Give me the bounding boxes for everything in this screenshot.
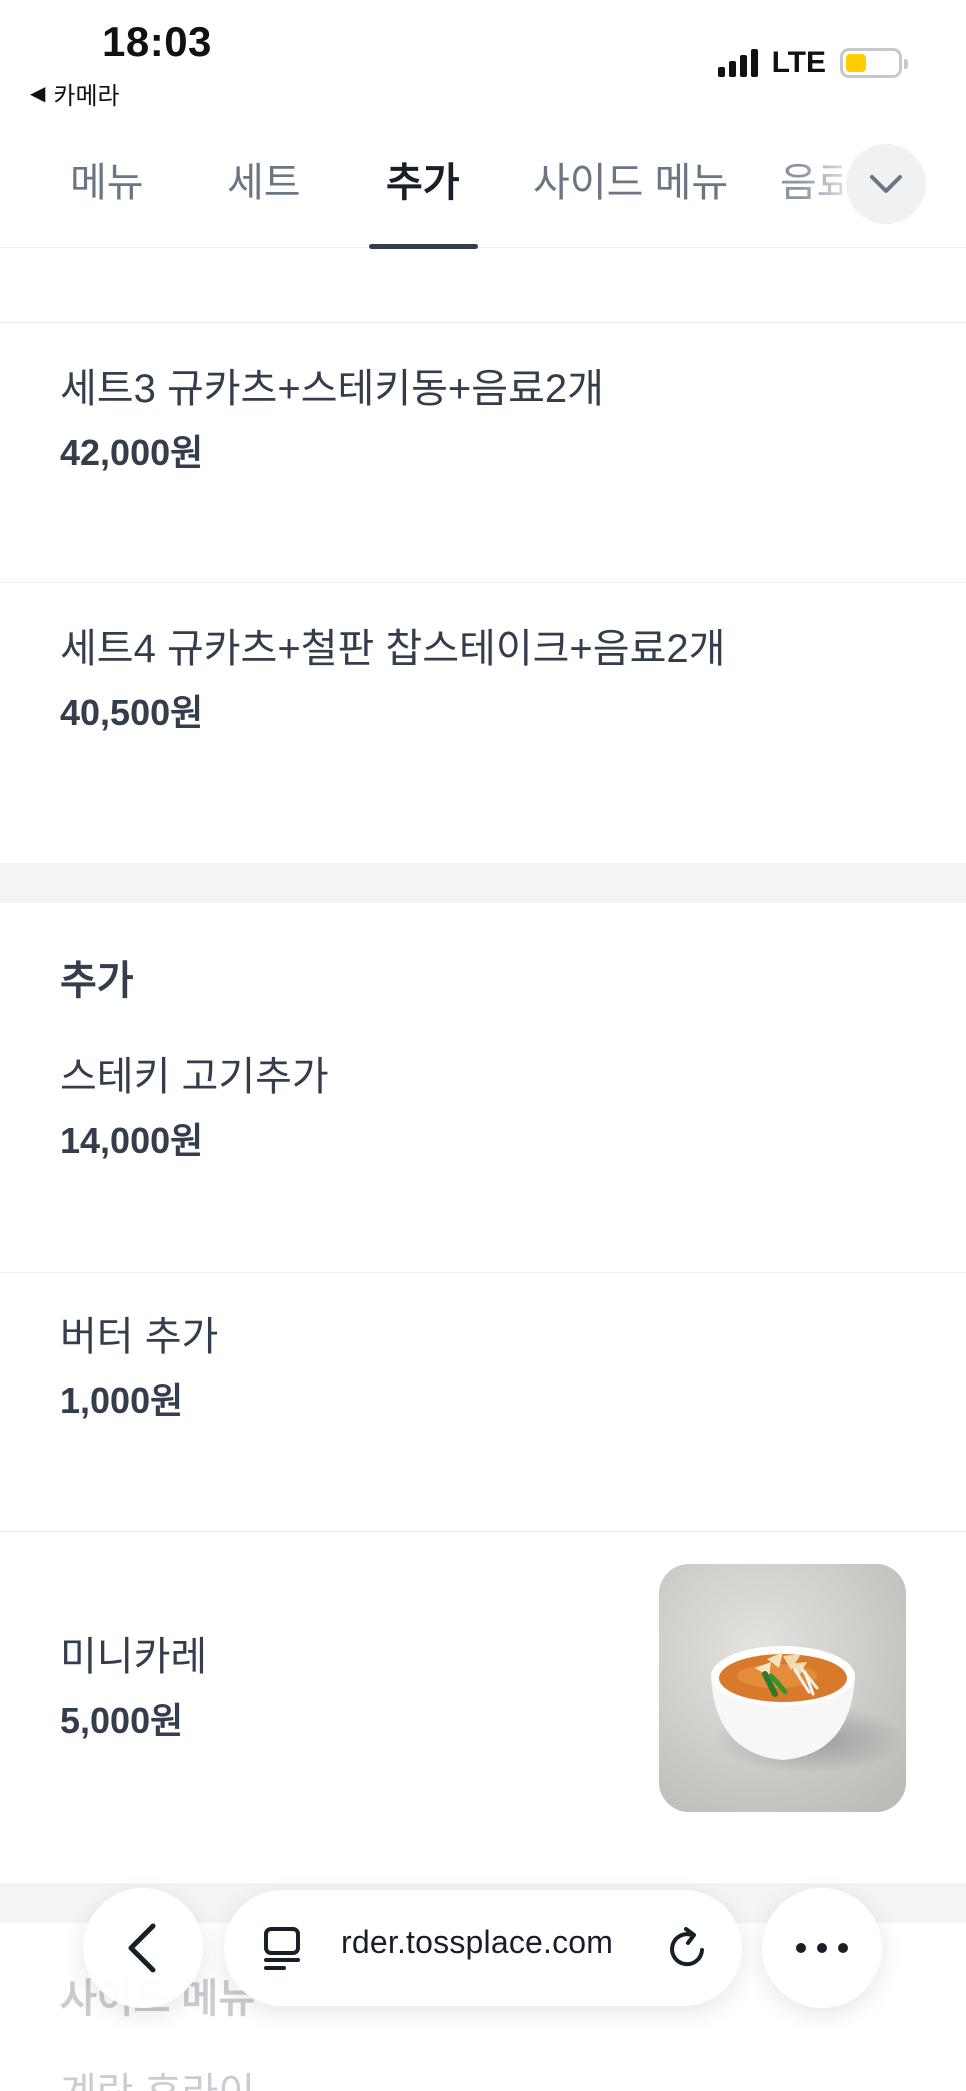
- address-bar[interactable]: rder.tossplace.com: [224, 1890, 742, 2006]
- curry-bowl-illustration: [659, 1564, 906, 1812]
- reload-icon[interactable]: [666, 1926, 710, 1972]
- browser-more-button[interactable]: [762, 1888, 882, 2008]
- back-to-app-link[interactable]: ◀ 카메라: [30, 76, 120, 111]
- mini-curry-image: [659, 1564, 906, 1812]
- item-name: 세트3 규카츠+스테키동+음료2개: [60, 367, 604, 411]
- browser-back-button[interactable]: [83, 1888, 203, 2008]
- section-title-add: 추가: [60, 959, 134, 1003]
- category-tabs: 메뉴 세트 추가 사이드 메뉴 음료: [0, 130, 966, 249]
- item-price: 42,000원: [60, 432, 204, 473]
- clock: 18:03: [102, 18, 212, 65]
- chevron-down-icon: [870, 175, 902, 193]
- back-arrow-icon: [128, 1923, 156, 1973]
- item-name: 계란 후라이: [60, 2060, 255, 2091]
- item-name: 세트4 규카츠+철판 찹스테이크+음료2개: [60, 627, 726, 671]
- tab-add[interactable]: 추가: [386, 150, 460, 208]
- cellular-signal-icon: [717, 49, 758, 77]
- item-price: 5,000원: [60, 1700, 184, 1741]
- item-name: 스테키 고기추가: [60, 1055, 329, 1099]
- status-bar: 18:03 ◀ 카메라 LTE: [0, 0, 966, 120]
- item-price: 14,000원: [60, 1120, 204, 1161]
- battery-icon: [840, 48, 908, 78]
- tab-set[interactable]: 세트: [227, 150, 301, 208]
- back-app-label: 카메라: [53, 83, 120, 110]
- divider: [0, 1531, 966, 1532]
- section-separator: [0, 863, 966, 903]
- item-price: 40,500원: [60, 692, 204, 733]
- tab-side-menu[interactable]: 사이드 메뉴: [533, 150, 728, 208]
- network-type: LTE: [771, 46, 826, 79]
- tabs-icon: [264, 1927, 300, 1970]
- divider: [0, 1272, 966, 1273]
- tab-menu[interactable]: 메뉴: [70, 150, 144, 208]
- item-name: 버터 추가: [60, 1315, 219, 1359]
- back-triangle-icon: ◀: [30, 83, 46, 105]
- expand-tabs-button[interactable]: [846, 144, 926, 224]
- item-price: 1,000원: [60, 1380, 184, 1421]
- page: 18:03 ◀ 카메라 LTE 메뉴 세트 추가 사이드 메뉴 음료: [0, 0, 966, 2091]
- item-name: 미니카레: [60, 1635, 208, 1679]
- divider: [0, 582, 966, 583]
- divider: [0, 322, 966, 323]
- status-indicators: LTE: [717, 46, 908, 80]
- active-tab-indicator: [369, 244, 478, 249]
- more-icon: [796, 1943, 848, 1953]
- url-text: rder.tossplace.com: [341, 1924, 614, 1960]
